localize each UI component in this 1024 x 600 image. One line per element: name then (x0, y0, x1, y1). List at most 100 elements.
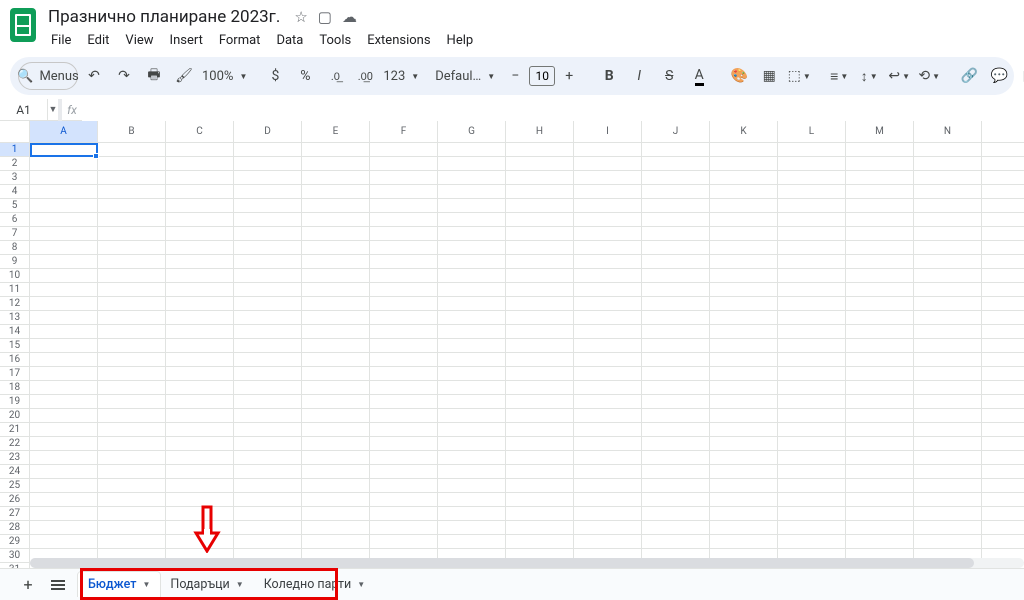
cell[interactable] (846, 535, 914, 549)
menu-insert[interactable]: Insert (163, 30, 210, 51)
cell[interactable] (506, 493, 574, 507)
cell[interactable] (438, 479, 506, 493)
cell[interactable] (370, 213, 438, 227)
cell[interactable] (98, 535, 166, 549)
cell[interactable] (234, 493, 302, 507)
cell[interactable] (438, 381, 506, 395)
cell[interactable] (574, 493, 642, 507)
cell[interactable] (98, 213, 166, 227)
rotate-button[interactable]: ⟲▼ (915, 62, 943, 90)
cell[interactable] (914, 185, 982, 199)
cell[interactable] (98, 437, 166, 451)
cell[interactable] (302, 381, 370, 395)
cell[interactable] (914, 311, 982, 325)
cell[interactable] (370, 423, 438, 437)
menu-data[interactable]: Data (269, 30, 310, 51)
menu-extensions[interactable]: Extensions (360, 30, 437, 51)
sheet-tab[interactable]: Бюджет▼ (78, 572, 160, 597)
cell[interactable] (778, 409, 846, 423)
cell[interactable] (710, 409, 778, 423)
cell[interactable] (98, 227, 166, 241)
cell[interactable] (778, 423, 846, 437)
cloud-saved-icon[interactable]: ☁ (342, 8, 357, 26)
cell[interactable] (370, 143, 438, 157)
cell[interactable] (778, 507, 846, 521)
cell[interactable] (438, 423, 506, 437)
column-header[interactable]: H (506, 121, 574, 142)
cell[interactable] (302, 325, 370, 339)
menu-tools[interactable]: Tools (312, 30, 358, 51)
column-header[interactable]: D (234, 121, 302, 142)
cell[interactable] (98, 507, 166, 521)
cell[interactable] (642, 185, 710, 199)
cell[interactable] (642, 157, 710, 171)
column-header[interactable]: I (574, 121, 642, 142)
cell[interactable] (914, 325, 982, 339)
cell[interactable] (166, 325, 234, 339)
cell[interactable] (710, 157, 778, 171)
row-header[interactable]: 4 (0, 185, 29, 199)
cell[interactable] (234, 311, 302, 325)
cell[interactable] (846, 395, 914, 409)
cell[interactable] (166, 367, 234, 381)
cell[interactable] (574, 311, 642, 325)
cell[interactable] (98, 157, 166, 171)
cell[interactable] (98, 297, 166, 311)
cell[interactable] (642, 409, 710, 423)
cell[interactable] (234, 437, 302, 451)
cell[interactable] (30, 283, 98, 297)
cell[interactable] (370, 535, 438, 549)
cell[interactable] (574, 325, 642, 339)
fill-color-button[interactable]: 🎨 (725, 62, 753, 90)
cell[interactable] (370, 255, 438, 269)
cell[interactable] (506, 367, 574, 381)
merge-cells-button[interactable]: ⬚▼ (785, 62, 813, 90)
cell[interactable] (914, 227, 982, 241)
cell[interactable] (506, 353, 574, 367)
cell[interactable] (370, 283, 438, 297)
cell[interactable] (778, 241, 846, 255)
cell[interactable] (166, 409, 234, 423)
all-sheets-button[interactable] (48, 575, 68, 595)
select-all-corner[interactable] (0, 121, 29, 143)
cell[interactable] (234, 227, 302, 241)
cell[interactable] (302, 353, 370, 367)
cell[interactable] (710, 255, 778, 269)
cell[interactable] (234, 283, 302, 297)
decrease-fontsize-button[interactable]: − (501, 62, 529, 90)
cell[interactable] (914, 465, 982, 479)
name-box-dropdown[interactable]: ▼ (48, 99, 62, 121)
cell[interactable] (438, 311, 506, 325)
cell[interactable] (778, 269, 846, 283)
cell[interactable] (234, 395, 302, 409)
cell[interactable] (370, 269, 438, 283)
cell[interactable] (30, 507, 98, 521)
cell[interactable] (302, 227, 370, 241)
cell[interactable] (166, 423, 234, 437)
cell[interactable] (506, 241, 574, 255)
cell[interactable] (234, 465, 302, 479)
cell[interactable] (302, 185, 370, 199)
row-header[interactable]: 10 (0, 269, 29, 283)
cell[interactable] (506, 255, 574, 269)
cell[interactable] (166, 157, 234, 171)
cell[interactable] (778, 521, 846, 535)
cell[interactable] (30, 423, 98, 437)
cell[interactable] (506, 157, 574, 171)
cell[interactable] (574, 381, 642, 395)
fill-handle[interactable] (93, 153, 99, 159)
cell[interactable] (846, 493, 914, 507)
cell[interactable] (370, 395, 438, 409)
cell[interactable] (914, 339, 982, 353)
column-header[interactable]: C (166, 121, 234, 142)
cell[interactable] (234, 409, 302, 423)
cell[interactable] (846, 213, 914, 227)
cell[interactable] (166, 479, 234, 493)
row-header[interactable]: 19 (0, 395, 29, 409)
cell[interactable] (914, 493, 982, 507)
cell[interactable] (710, 227, 778, 241)
cell[interactable] (710, 493, 778, 507)
cell[interactable] (642, 381, 710, 395)
menu-file[interactable]: File (44, 30, 78, 51)
cell[interactable] (506, 227, 574, 241)
